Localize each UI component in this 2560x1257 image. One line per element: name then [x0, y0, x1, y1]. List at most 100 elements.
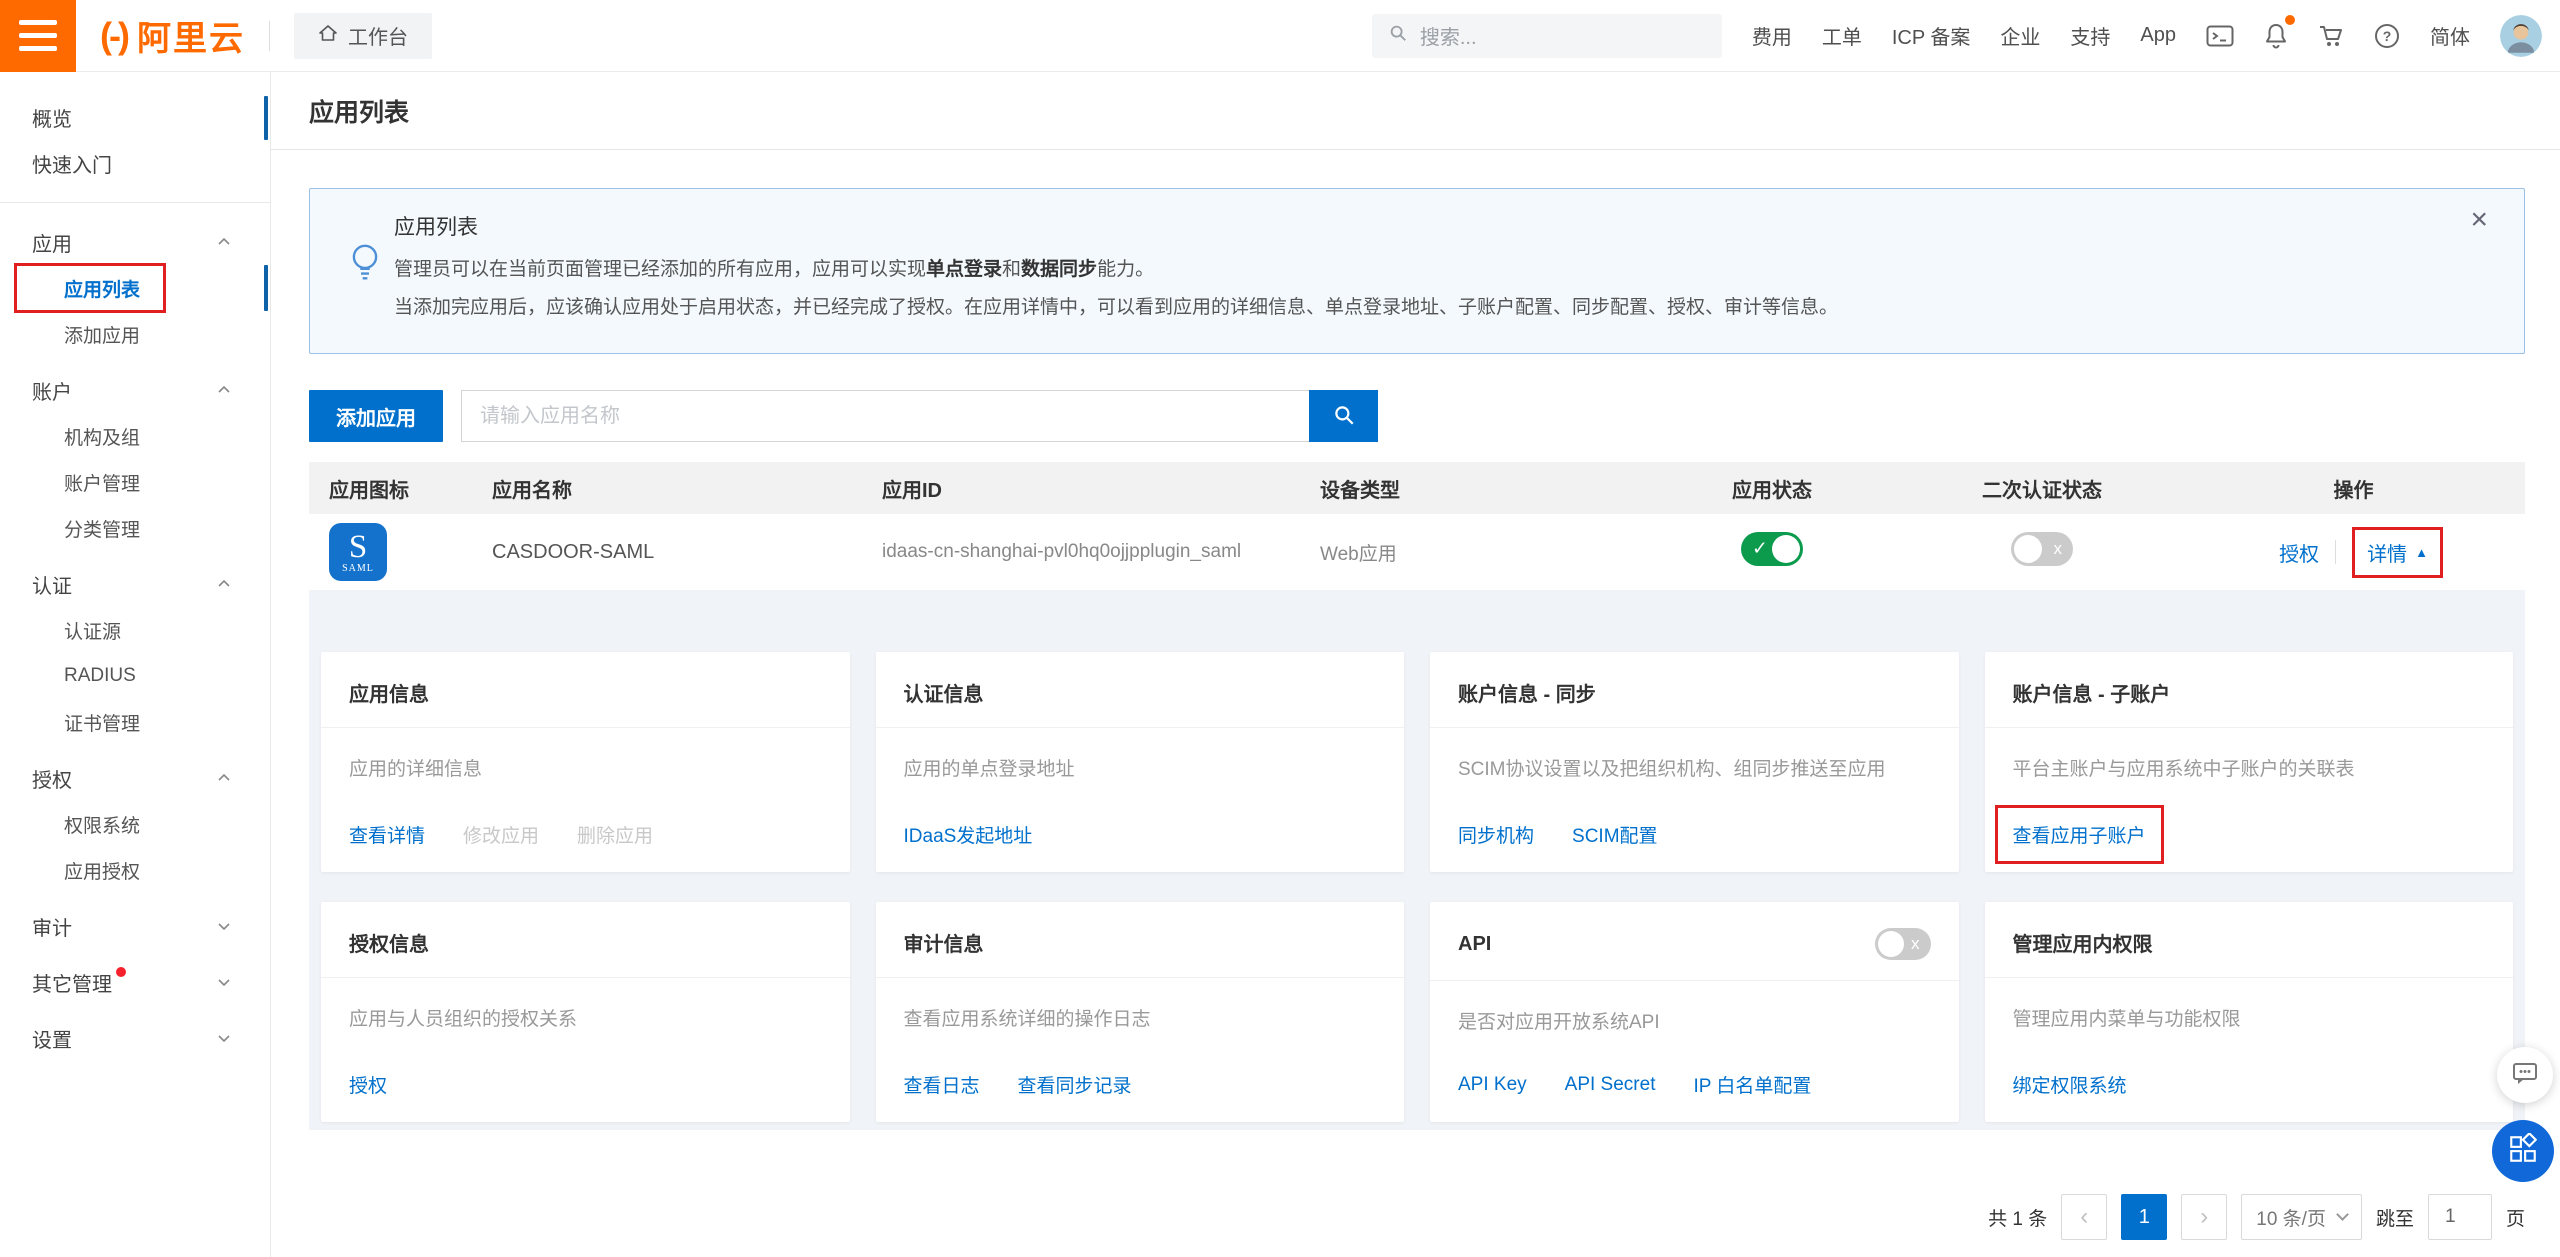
- sidebar-group-other-mgmt[interactable]: 其它管理: [0, 959, 270, 1005]
- sidebar-divider: [0, 202, 270, 203]
- sidebar-group-settings[interactable]: 设置: [0, 1015, 270, 1061]
- api-secret-link[interactable]: API Secret: [1565, 1074, 1656, 1096]
- alibaba-cloud-logo[interactable]: (-) 阿里云: [100, 11, 245, 60]
- card-title: 账户信息 - 子账户: [2013, 678, 2171, 707]
- app-name: CASDOOR-SAML: [492, 541, 882, 564]
- next-page-button[interactable]: ›: [2181, 1194, 2227, 1240]
- search-button[interactable]: [1309, 390, 1378, 442]
- authorize-link[interactable]: 授权: [2279, 538, 2319, 567]
- sidebar-item-permission-system[interactable]: 权限系统: [0, 801, 270, 847]
- nav-app[interactable]: App: [2140, 24, 2176, 47]
- sidebar-item-quick-start[interactable]: 快速入门: [0, 140, 270, 186]
- new-badge-dot: [116, 967, 126, 977]
- bind-permission-system-link[interactable]: 绑定权限系统: [2013, 1071, 2127, 1098]
- nav-enterprise[interactable]: 企业: [2000, 21, 2040, 50]
- col-header-icon: 应用图标: [309, 474, 492, 503]
- nav-billing[interactable]: 费用: [1752, 21, 1792, 50]
- chevron-up-icon: [216, 576, 232, 592]
- table-row: S SAML CASDOOR-SAML idaas-cn-shanghai-pv…: [309, 514, 2525, 590]
- col-header-status: 应用状态: [1642, 474, 1902, 503]
- sidebar-group-accounts[interactable]: 账户: [0, 367, 270, 413]
- chevron-down-icon: [216, 1030, 232, 1046]
- mfa-status-toggle[interactable]: x: [2011, 532, 2073, 566]
- banner-title: 应用列表: [394, 211, 1838, 241]
- card-in-app-permissions: 管理应用内权限 管理应用内菜单与功能权限 绑定权限系统: [1985, 902, 2514, 1122]
- sidebar-item-auth-source[interactable]: 认证源: [0, 607, 270, 653]
- workspace-button[interactable]: 工作台: [294, 13, 432, 59]
- app-status-toggle[interactable]: ✓: [1741, 532, 1803, 566]
- notice-banner: 应用列表 管理员可以在当前页面管理已经添加的所有应用，应用可以实现单点登录和数据…: [309, 188, 2525, 354]
- nav-tickets[interactable]: 工单: [1822, 21, 1862, 50]
- total-count: 共 1 条: [1988, 1204, 2047, 1231]
- sidebar-group-authentication[interactable]: 认证: [0, 561, 270, 607]
- col-header-device-type: 设备类型: [1320, 474, 1642, 503]
- sidebar-group-audit[interactable]: 审计: [0, 903, 270, 949]
- speech-bubble-icon: [2510, 1058, 2540, 1093]
- help-icon[interactable]: ?: [2374, 23, 2400, 49]
- sidebar-item-cert-mgmt[interactable]: 证书管理: [0, 699, 270, 745]
- card-sub-accounts: 账户信息 - 子账户 平台主账户与应用系统中子账户的关联表 查看应用子账户: [1985, 652, 2514, 872]
- view-sync-records-link[interactable]: 查看同步记录: [1018, 1071, 1132, 1098]
- sync-org-link[interactable]: 同步机构: [1458, 821, 1534, 848]
- jump-page-input[interactable]: [2428, 1194, 2492, 1240]
- sidebar-item-app-list[interactable]: 应用列表: [0, 265, 270, 311]
- sidebar-item-category-mgmt[interactable]: 分类管理: [0, 505, 270, 551]
- page-size-select[interactable]: 10 条/页: [2241, 1194, 2362, 1240]
- sidebar: 概览 快速入门 应用 应用列表 添加应用 账户 机构及组 账户管理 分类管理 认…: [0, 72, 271, 1257]
- language-switch[interactable]: 简体: [2430, 21, 2470, 50]
- add-app-button[interactable]: 添加应用: [309, 390, 443, 442]
- view-sub-accounts-link[interactable]: 查看应用子账户: [2013, 826, 2146, 847]
- cart-icon[interactable]: [2318, 24, 2344, 48]
- ip-whitelist-link[interactable]: IP 白名单配置: [1693, 1071, 1811, 1098]
- details-link[interactable]: 详情: [2367, 538, 2407, 567]
- col-header-app-id: 应用ID: [882, 474, 1320, 503]
- user-avatar[interactable]: [2500, 15, 2542, 57]
- card-title: 应用信息: [349, 678, 429, 707]
- home-icon: [318, 23, 338, 49]
- view-logs-link[interactable]: 查看日志: [904, 1071, 980, 1098]
- card-title: 认证信息: [904, 678, 984, 707]
- card-desc: 应用与人员组织的授权关系: [349, 1004, 822, 1031]
- api-toggle[interactable]: x: [1875, 928, 1931, 960]
- app-table: 应用图标 应用名称 应用ID 设备类型 应用状态 二次认证状态 操作 S SAM…: [309, 462, 2525, 1130]
- notification-dot: [2285, 15, 2295, 25]
- app-search-input[interactable]: [461, 390, 1309, 442]
- global-search-input[interactable]: 搜索...: [1372, 14, 1722, 58]
- api-key-link[interactable]: API Key: [1458, 1074, 1527, 1096]
- sidebar-item-account-mgmt[interactable]: 账户管理: [0, 459, 270, 505]
- delete-app-link: 删除应用: [577, 821, 653, 848]
- sidebar-item-add-app[interactable]: 添加应用: [0, 311, 270, 357]
- chevron-down-icon: [216, 918, 232, 934]
- nav-support[interactable]: 支持: [2070, 21, 2110, 50]
- svg-text:?: ?: [2383, 28, 2392, 44]
- chevron-down-icon: [216, 974, 232, 990]
- prev-page-button[interactable]: ‹: [2061, 1194, 2107, 1240]
- pagination: 共 1 条 ‹ 1 › 10 条/页 跳至 页: [309, 1194, 2525, 1240]
- app-id: idaas-cn-shanghai-pvl0hq0ojjpplugin_saml: [882, 541, 1320, 563]
- chevron-down-icon: [2336, 1208, 2349, 1221]
- apps-grid-button[interactable]: [2492, 1120, 2554, 1182]
- sidebar-group-authorization[interactable]: 授权: [0, 755, 270, 801]
- sidebar-group-applications[interactable]: 应用: [0, 219, 270, 265]
- close-icon[interactable]: ×: [2470, 205, 2488, 235]
- sidebar-item-org-groups[interactable]: 机构及组: [0, 413, 270, 459]
- nav-icp[interactable]: ICP 备案: [1892, 21, 1971, 50]
- view-details-link[interactable]: 查看详情: [349, 821, 425, 848]
- authorize-card-link[interactable]: 授权: [349, 1071, 387, 1098]
- current-page-button[interactable]: 1: [2121, 1194, 2167, 1240]
- sidebar-item-app-authorization[interactable]: 应用授权: [0, 847, 270, 893]
- toolbar: 添加应用: [309, 390, 2525, 442]
- page-title: 应用列表: [309, 93, 409, 129]
- terminal-icon[interactable]: [2206, 24, 2234, 48]
- topbar-right: 搜索... 费用 工单 ICP 备案 企业 支持 App ? 简体: [1372, 14, 2560, 58]
- hamburger-menu-icon[interactable]: [0, 0, 76, 72]
- sidebar-item-overview[interactable]: 概览: [0, 94, 270, 140]
- topbar: (-) 阿里云 工作台 搜索... 费用 工单 ICP 备案 企业 支持 App: [0, 0, 2560, 72]
- scim-config-link[interactable]: SCIM配置: [1572, 821, 1658, 848]
- feedback-chat-button[interactable]: [2497, 1047, 2553, 1103]
- search-icon: [1332, 403, 1356, 430]
- notification-bell-icon[interactable]: [2264, 22, 2288, 49]
- idaas-sso-url-link[interactable]: IDaaS发起地址: [904, 821, 1033, 848]
- sidebar-item-radius[interactable]: RADIUS: [0, 653, 270, 699]
- table-header-row: 应用图标 应用名称 应用ID 设备类型 应用状态 二次认证状态 操作: [309, 462, 2525, 514]
